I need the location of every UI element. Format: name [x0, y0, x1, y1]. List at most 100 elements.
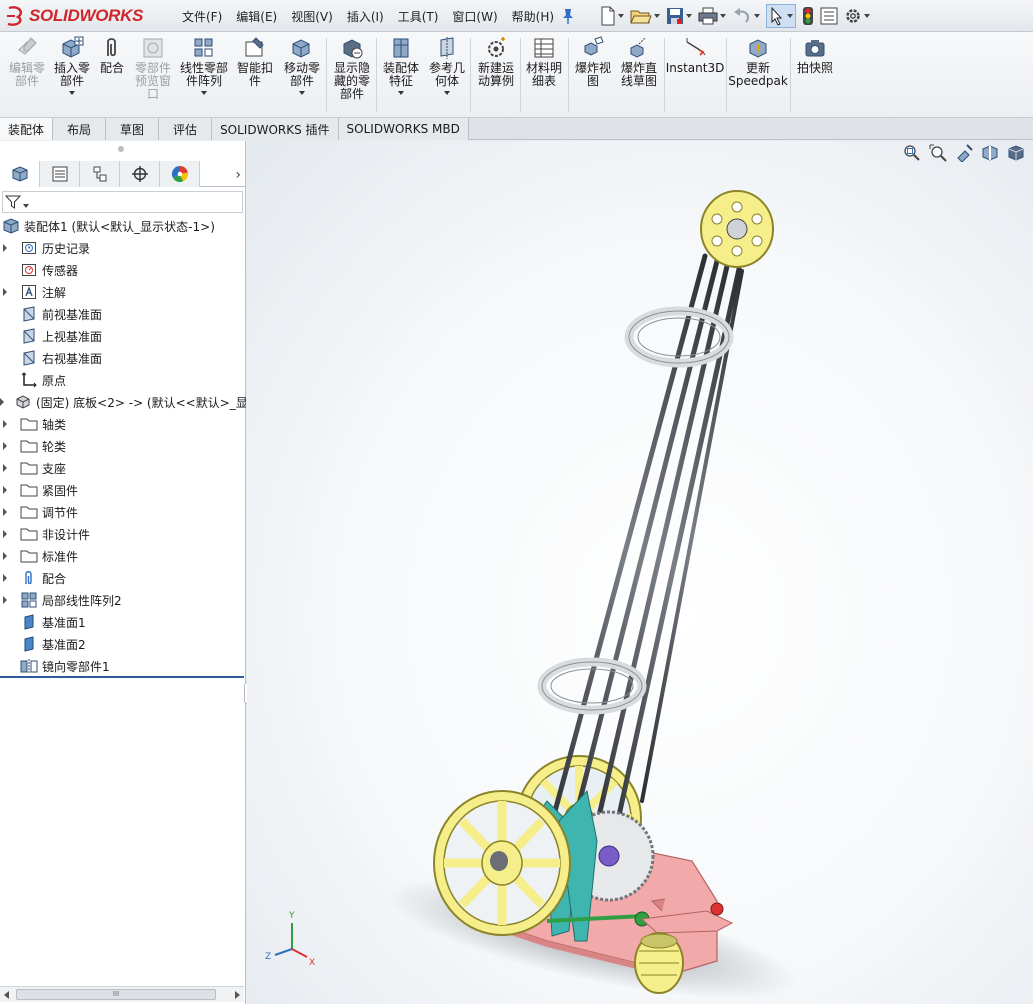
tree-item[interactable]: 装配体1 (默认<默认_显示状态-1>) — [0, 215, 246, 237]
tree-item[interactable]: 前视基准面 — [0, 303, 246, 325]
bottom-pulley[interactable] — [634, 932, 684, 994]
menu-window[interactable]: 窗口(W) — [446, 8, 503, 25]
instant3d-button[interactable]: Instant3D — [666, 36, 724, 75]
expand-arrow-icon[interactable] — [0, 545, 10, 567]
assembly-features-button[interactable]: 装配体 特征 — [380, 36, 422, 95]
bill-of-materials-button[interactable]: 材料明 细表 — [524, 36, 564, 88]
tree-item[interactable]: 非设计件 — [0, 523, 246, 545]
new-motion-study-button[interactable]: 新建运 动算例 — [474, 36, 518, 88]
tree-item[interactable]: 注解 — [0, 281, 246, 303]
expand-arrow-icon[interactable] — [0, 589, 10, 611]
tab-featuremanager[interactable] — [0, 161, 40, 187]
ribbon-separator — [520, 38, 521, 112]
tab-displaymanager[interactable] — [160, 161, 200, 187]
ds-logo-icon — [7, 6, 23, 26]
ribbon-separator — [790, 38, 791, 112]
expand-arrow-icon[interactable] — [0, 567, 10, 589]
explode-line-sketch-button[interactable]: 爆炸直 线草图 — [616, 36, 662, 88]
tab-dimxpertmanager[interactable] — [120, 161, 160, 187]
tree-item[interactable]: (固定) 底板<2> -> (默认<<默认>_显 — [0, 391, 246, 413]
menu-file[interactable]: 文件(F) — [176, 8, 228, 25]
top-pulley[interactable] — [700, 190, 774, 268]
tab-evaluate[interactable]: 评估 — [159, 118, 213, 140]
tree-item[interactable]: 配合 — [0, 567, 246, 589]
mate-button[interactable]: 配合 — [96, 36, 128, 75]
menu-view[interactable]: 视图(V) — [285, 8, 339, 25]
sensor-icon — [20, 261, 38, 279]
print-button[interactable] — [698, 4, 726, 28]
tree-item[interactable]: 轮类 — [0, 435, 246, 457]
tab-assembly[interactable]: 装配体 — [0, 118, 54, 140]
front-wheel[interactable] — [433, 790, 571, 936]
take-snapshot-button[interactable]: 拍快照 — [794, 36, 836, 75]
menu-help[interactable]: 帮助(H) — [506, 8, 560, 25]
graphics-area[interactable]: Y X Z — [247, 141, 1033, 1004]
expand-arrow-icon[interactable] — [0, 435, 10, 457]
solidworks-logo[interactable]: SOLIDWORKS — [6, 2, 143, 30]
paperclip-icon — [107, 38, 116, 57]
explode-line-icon — [630, 37, 646, 58]
file-properties-button[interactable] — [820, 4, 838, 28]
tree-item[interactable]: 原点 — [0, 369, 246, 391]
expand-arrow-icon[interactable] — [0, 237, 10, 259]
expand-arrow-icon[interactable] — [0, 413, 10, 435]
open-button[interactable] — [630, 4, 660, 28]
expand-arrow-icon[interactable] — [0, 523, 10, 545]
menu-tools[interactable]: 工具(T) — [392, 8, 445, 25]
tree-item[interactable]: 轴类 — [0, 413, 246, 435]
rebuild-button[interactable] — [802, 4, 814, 28]
expand-arrow-icon[interactable] — [0, 457, 10, 479]
select-button[interactable] — [766, 4, 796, 28]
expand-arrow-icon[interactable] — [0, 479, 10, 501]
smart-fastener-button[interactable]: 智能扣 件 — [234, 36, 276, 88]
move-component-button[interactable]: 移动零 部件 — [280, 36, 324, 95]
tree-item[interactable]: 右视基准面 — [0, 347, 246, 369]
tree-item[interactable]: 镜向零部件1 — [0, 655, 246, 677]
tree-item[interactable]: 调节件 — [0, 501, 246, 523]
expand-arrow-icon[interactable] — [0, 501, 10, 523]
tab-solidworks-mbd[interactable]: SOLIDWORKS MBD — [338, 118, 469, 140]
exploded-view-button[interactable]: 爆炸视 图 — [572, 36, 614, 88]
linear-pattern-button[interactable]: 线性零部 件阵列 — [178, 36, 230, 95]
panel-horizontal-scrollbar[interactable]: III — [0, 986, 244, 1002]
panel-more-chevron-icon[interactable]: › — [235, 167, 241, 183]
tree-item[interactable]: 局部线性阵列2 — [0, 589, 246, 611]
expand-arrow-icon[interactable] — [0, 281, 10, 303]
panel-grip[interactable] — [118, 146, 124, 152]
update-speedpak-button[interactable]: 更新 Speedpak — [728, 36, 788, 88]
tree-item[interactable]: 基准面2 — [0, 633, 246, 655]
tree-item[interactable]: 支座 — [0, 457, 246, 479]
tree-end-bar — [0, 676, 244, 678]
scroll-thumb[interactable]: III — [16, 989, 216, 1000]
tab-sketch[interactable]: 草图 — [106, 118, 160, 140]
tree-item[interactable]: 上视基准面 — [0, 325, 246, 347]
menu-edit[interactable]: 编辑(E) — [230, 8, 283, 25]
undo-button[interactable] — [732, 4, 760, 28]
show-hidden-components-button[interactable]: 显示隐 藏的零 部件 — [330, 36, 374, 101]
tab-configurationmanager[interactable] — [80, 161, 120, 187]
reference-geometry-button[interactable]: 参考几 何体 — [426, 36, 468, 95]
pin-icon[interactable] — [560, 7, 576, 25]
options-button[interactable] — [844, 4, 870, 28]
expand-arrow-icon[interactable] — [0, 391, 4, 413]
new-document-button[interactable] — [600, 4, 624, 28]
tab-propertymanager[interactable] — [40, 161, 80, 187]
menu-insert[interactable]: 插入(I) — [341, 8, 390, 25]
save-button[interactable] — [666, 4, 692, 28]
insert-component-button[interactable]: 插入零 部件 — [52, 36, 92, 95]
tree-item[interactable]: 传感器 — [0, 259, 246, 281]
tree-item[interactable]: 紧固件 — [0, 479, 246, 501]
tab-solidworks-addins[interactable]: SOLIDWORKS 插件 — [212, 118, 339, 140]
scroll-right-icon[interactable] — [235, 991, 240, 999]
tree-filter[interactable] — [2, 191, 243, 213]
component-preview-button[interactable]: 零部件 预览窗 口 — [130, 36, 176, 101]
edit-component-button[interactable]: 编辑零 部件 — [6, 36, 48, 88]
tree-item[interactable]: 基准面1 — [0, 611, 246, 633]
scroll-left-icon[interactable] — [4, 991, 9, 999]
folder-icon — [20, 547, 38, 565]
tree-item[interactable]: 历史记录 — [0, 237, 246, 259]
tab-layout[interactable]: 布局 — [53, 118, 107, 140]
assembly-model[interactable]: Y X Z — [247, 141, 1033, 1004]
tree-item[interactable]: 标准件 — [0, 545, 246, 567]
